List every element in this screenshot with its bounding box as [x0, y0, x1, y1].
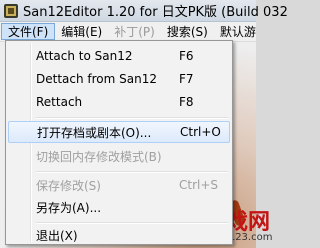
- menu-item-save[interactable]: 保存修改(S) Ctrl+S: [8, 174, 230, 196]
- menu-item-dettach[interactable]: Dettach from San12 F7: [8, 68, 230, 90]
- file-menu-dropdown: Attach to San12 F6 Dettach from San12 F7…: [5, 40, 233, 245]
- menu-item-label: 另存为(A)...: [36, 200, 102, 215]
- menu-item-shortcut: F8: [179, 95, 194, 109]
- menu-item-shortcut: Ctrl+S: [179, 178, 219, 192]
- menu-file[interactable]: 文件(F): [1, 23, 56, 40]
- window-title: San12Editor 1.20 for 日文PK版 (Build 032: [23, 5, 288, 20]
- menu-item-save-as[interactable]: 另存为(A)...: [8, 196, 230, 218]
- menu-separator: [36, 171, 228, 173]
- menu-item-open-save[interactable]: 打开存档或剧本(O)... Ctrl+O: [8, 121, 230, 143]
- menu-item-shortcut: F6: [179, 49, 194, 63]
- menu-item-exit[interactable]: 退出(X): [8, 224, 230, 246]
- menu-item-label: Rettach: [36, 95, 83, 109]
- menu-item-label: 打开存档或剧本(O)...: [37, 125, 152, 140]
- menu-item-attach[interactable]: Attach to San12 F6: [8, 45, 230, 67]
- menu-item-label: 保存修改(S): [36, 178, 101, 193]
- title-bar: San12Editor 1.20 for 日文PK版 (Build 032: [0, 0, 288, 22]
- menu-separator: [36, 117, 228, 119]
- menu-item-shortcut: Ctrl+O: [180, 125, 221, 139]
- menu-item-label: 切换回内存修改模式(B): [36, 149, 162, 164]
- menu-item-label: Attach to San12: [36, 49, 133, 63]
- menu-item-label: 退出(X): [36, 228, 78, 243]
- menu-default-game[interactable]: 默认游戏: [214, 23, 256, 40]
- menu-search[interactable]: 搜索(S): [161, 23, 214, 40]
- menu-item-rettach[interactable]: Rettach F8: [8, 91, 230, 113]
- menu-bar: 文件(F) 编辑(E) 补丁(P) 搜索(S) 默认游戏: [0, 22, 256, 42]
- menu-item-switch-memory-mode[interactable]: 切换回内存修改模式(B): [8, 145, 230, 167]
- menu-edit[interactable]: 编辑(E): [55, 23, 108, 40]
- menu-item-label: Dettach from San12: [36, 72, 157, 86]
- app-icon[interactable]: [3, 3, 19, 19]
- menu-item-shortcut: F7: [179, 72, 194, 86]
- menu-patch[interactable]: 补丁(P): [108, 23, 161, 40]
